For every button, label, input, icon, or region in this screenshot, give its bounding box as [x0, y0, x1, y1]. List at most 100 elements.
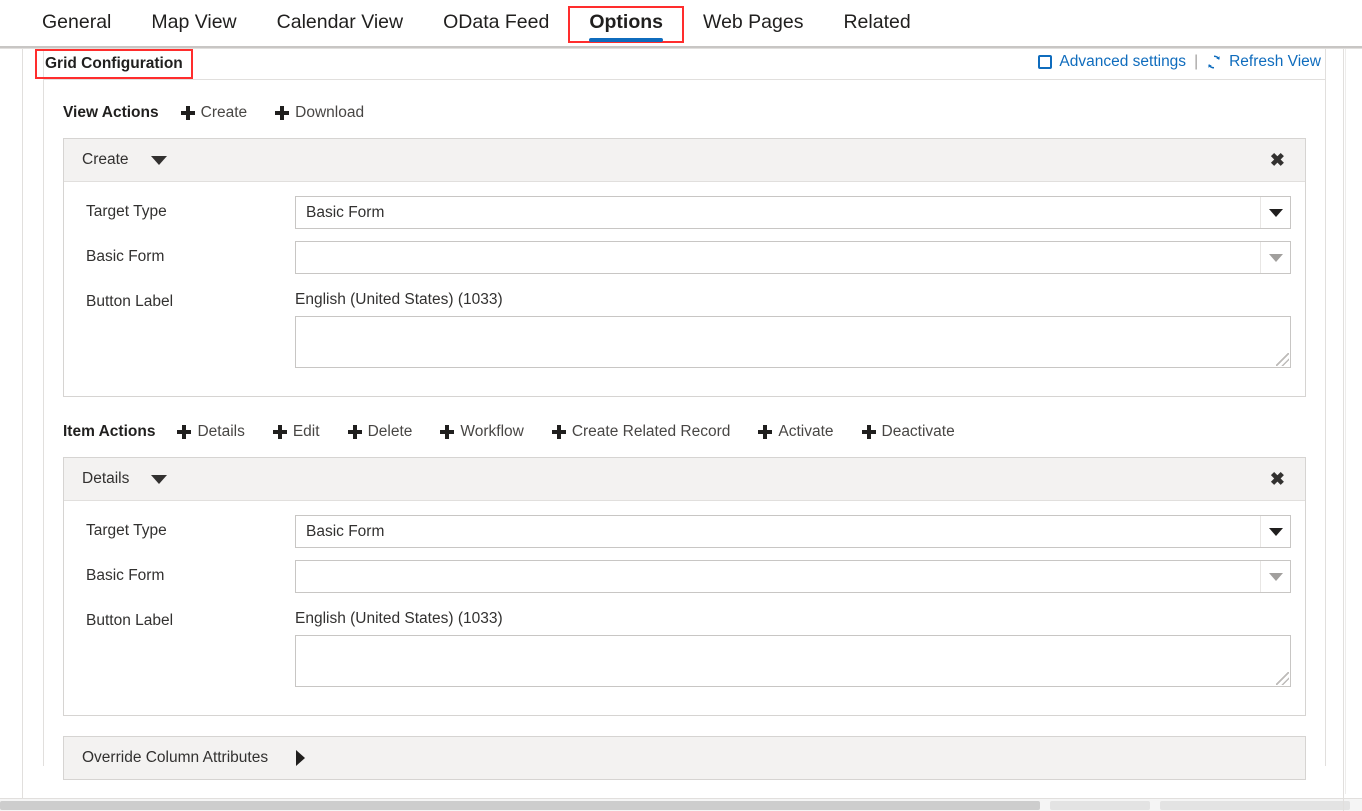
add-create-action-button[interactable]: Create: [181, 104, 248, 122]
refresh-circular-arrows-icon: [1206, 54, 1222, 70]
target-type-value: Basic Form: [306, 523, 384, 541]
item-actions-label: Item Actions: [63, 423, 155, 441]
button-label-language: English (United States) (1033): [295, 286, 1291, 309]
details-button-label-textarea[interactable]: [295, 635, 1291, 687]
create-basic-form-row: Basic Form: [86, 241, 1291, 274]
tab-label: General: [42, 11, 111, 33]
target-type-value: Basic Form: [306, 204, 384, 222]
create-button-label-row: Button Label English (United States) (10…: [86, 286, 1291, 368]
details-panel-header[interactable]: Details ✖: [64, 458, 1305, 501]
tab-general[interactable]: General: [22, 7, 131, 42]
details-panel-body: Target Type Basic Form Basic Form: [64, 501, 1305, 715]
add-button-label: Download: [295, 104, 364, 122]
add-button-label: Delete: [368, 423, 413, 441]
create-panel-body: Target Type Basic Form Basic Form: [64, 182, 1305, 396]
create-button-label-textarea[interactable]: [295, 316, 1291, 368]
chevron-down-icon[interactable]: [1260, 516, 1290, 547]
basic-form-label: Basic Form: [86, 560, 295, 585]
button-label-control: English (United States) (1033): [295, 286, 1291, 368]
create-target-type-row: Target Type Basic Form: [86, 196, 1291, 229]
section-header-actions: Advanced settings | Refresh View: [1038, 49, 1321, 71]
target-type-label: Target Type: [86, 515, 295, 540]
button-label-label: Button Label: [86, 286, 295, 311]
section-body: View Actions Create Download Create ✖: [44, 80, 1325, 780]
add-delete-action-button[interactable]: Delete: [348, 423, 413, 441]
add-button-label: Activate: [778, 423, 833, 441]
add-workflow-action-button[interactable]: Workflow: [440, 423, 523, 441]
tab-options[interactable]: Options: [569, 7, 683, 42]
chevron-down-icon[interactable]: [1260, 242, 1290, 273]
add-create-related-record-action-button[interactable]: Create Related Record: [552, 423, 731, 441]
item-actions-row: Item Actions Details Edit Delete Workflo…: [63, 417, 1306, 447]
refresh-view-button[interactable]: Refresh View: [1206, 53, 1321, 71]
tab-calendar-view[interactable]: Calendar View: [257, 7, 423, 42]
resize-grip-icon[interactable]: [1276, 353, 1289, 366]
tab-label: Calendar View: [277, 11, 403, 33]
tab-map-view[interactable]: Map View: [131, 7, 256, 42]
button-label-label: Button Label: [86, 605, 295, 630]
details-target-type-row: Target Type Basic Form: [86, 515, 1291, 548]
refresh-view-label: Refresh View: [1229, 53, 1321, 71]
tab-label: Related: [843, 11, 910, 33]
create-panel-title: Create: [82, 151, 129, 169]
details-action-panel: Details ✖ Target Type Basic Form: [63, 457, 1306, 716]
add-download-action-button[interactable]: Download: [275, 104, 364, 122]
details-target-type-select[interactable]: Basic Form: [295, 515, 1291, 548]
scroll-segment-b[interactable]: [1160, 801, 1350, 810]
tab-related[interactable]: Related: [823, 7, 930, 42]
tab-label: Web Pages: [703, 11, 803, 33]
vertical-scrollbar[interactable]: [1345, 49, 1362, 794]
basic-form-control: [295, 241, 1291, 274]
tab-label: Options: [589, 11, 663, 33]
add-details-action-button[interactable]: Details: [177, 423, 244, 441]
plus-icon: [758, 425, 772, 439]
add-button-label: Deactivate: [882, 423, 955, 441]
add-button-label: Details: [197, 423, 244, 441]
details-button-label-row: Button Label English (United States) (10…: [86, 605, 1291, 687]
caret-right-icon[interactable]: [296, 750, 305, 766]
add-deactivate-action-button[interactable]: Deactivate: [862, 423, 955, 441]
caret-down-icon[interactable]: [151, 475, 167, 484]
button-label-language: English (United States) (1033): [295, 605, 1291, 628]
plus-icon: [273, 425, 287, 439]
caret-down-icon[interactable]: [151, 156, 167, 165]
checkbox-square-icon: [1038, 55, 1052, 69]
override-column-attributes-title: Override Column Attributes: [82, 749, 268, 767]
horizontal-scrollbar-thumb[interactable]: [0, 801, 1040, 810]
override-column-attributes-section[interactable]: Override Column Attributes: [63, 736, 1306, 780]
chevron-down-icon[interactable]: [1260, 561, 1290, 592]
tab-strip: General Map View Calendar View OData Fee…: [0, 0, 1362, 48]
close-x-icon[interactable]: ✖: [1264, 149, 1291, 171]
horizontal-scrollbar[interactable]: [0, 798, 1362, 811]
options-page: Grid Configuration Advanced settings | R…: [0, 48, 1362, 811]
details-basic-form-row: Basic Form: [86, 560, 1291, 593]
page-title: Grid Configuration: [35, 49, 193, 79]
create-target-type-select[interactable]: Basic Form: [295, 196, 1291, 229]
create-panel-header[interactable]: Create ✖: [64, 139, 1305, 182]
create-basic-form-select[interactable]: [295, 241, 1291, 274]
advanced-settings-label: Advanced settings: [1059, 53, 1186, 71]
resize-grip-icon[interactable]: [1276, 672, 1289, 685]
chevron-down-icon[interactable]: [1260, 197, 1290, 228]
add-activate-action-button[interactable]: Activate: [758, 423, 833, 441]
close-x-icon[interactable]: ✖: [1264, 468, 1291, 490]
plus-icon: [181, 106, 195, 120]
scroll-segment-a[interactable]: [1050, 801, 1150, 810]
create-action-panel: Create ✖ Target Type Basic Form: [63, 138, 1306, 397]
details-basic-form-select[interactable]: [295, 560, 1291, 593]
add-button-label: Workflow: [460, 423, 523, 441]
target-type-control: Basic Form: [295, 515, 1291, 548]
add-button-label: Edit: [293, 423, 320, 441]
view-actions-label: View Actions: [63, 104, 159, 122]
tab-selected-underline: [589, 38, 663, 42]
plus-icon: [440, 425, 454, 439]
details-panel-title: Details: [82, 470, 129, 488]
tab-web-pages[interactable]: Web Pages: [683, 7, 823, 42]
tab-label: OData Feed: [443, 11, 549, 33]
tab-odata-feed[interactable]: OData Feed: [423, 7, 569, 42]
add-edit-action-button[interactable]: Edit: [273, 423, 320, 441]
advanced-settings-button[interactable]: Advanced settings: [1038, 53, 1186, 71]
add-button-label: Create: [201, 104, 248, 122]
target-type-control: Basic Form: [295, 196, 1291, 229]
plus-icon: [177, 425, 191, 439]
